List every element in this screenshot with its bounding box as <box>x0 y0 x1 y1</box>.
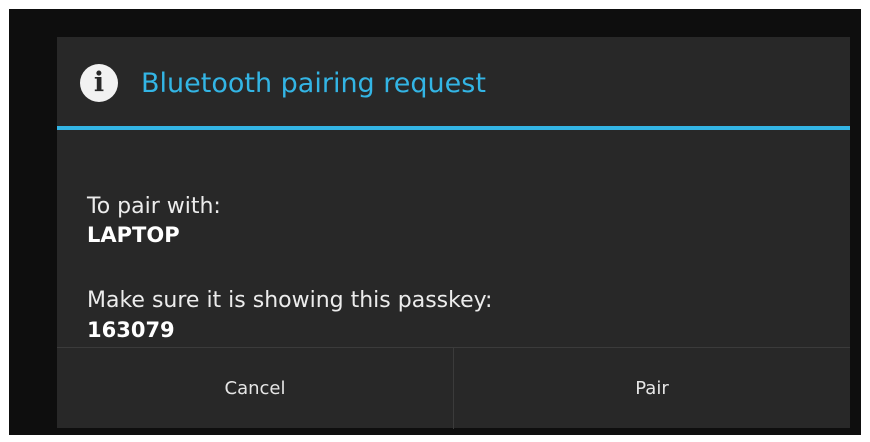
device-name: LAPTOP <box>87 223 180 247</box>
cancel-button[interactable]: Cancel <box>57 348 453 429</box>
info-icon: i <box>80 64 118 102</box>
passkey-value: 163079 <box>87 318 175 342</box>
screen-background: i Bluetooth pairing request To pair with… <box>9 9 861 435</box>
pair-button[interactable]: Pair <box>454 348 850 429</box>
passkey-label: Make sure it is showing this passkey: <box>87 288 493 313</box>
pair-with-label: To pair with: <box>87 194 221 219</box>
dialog-button-bar: Cancel Pair <box>57 347 850 429</box>
bluetooth-pairing-dialog: i Bluetooth pairing request To pair with… <box>57 37 850 429</box>
dialog-header: i Bluetooth pairing request <box>57 37 850 126</box>
title-divider <box>57 126 850 130</box>
dialog-title: Bluetooth pairing request <box>141 68 486 99</box>
